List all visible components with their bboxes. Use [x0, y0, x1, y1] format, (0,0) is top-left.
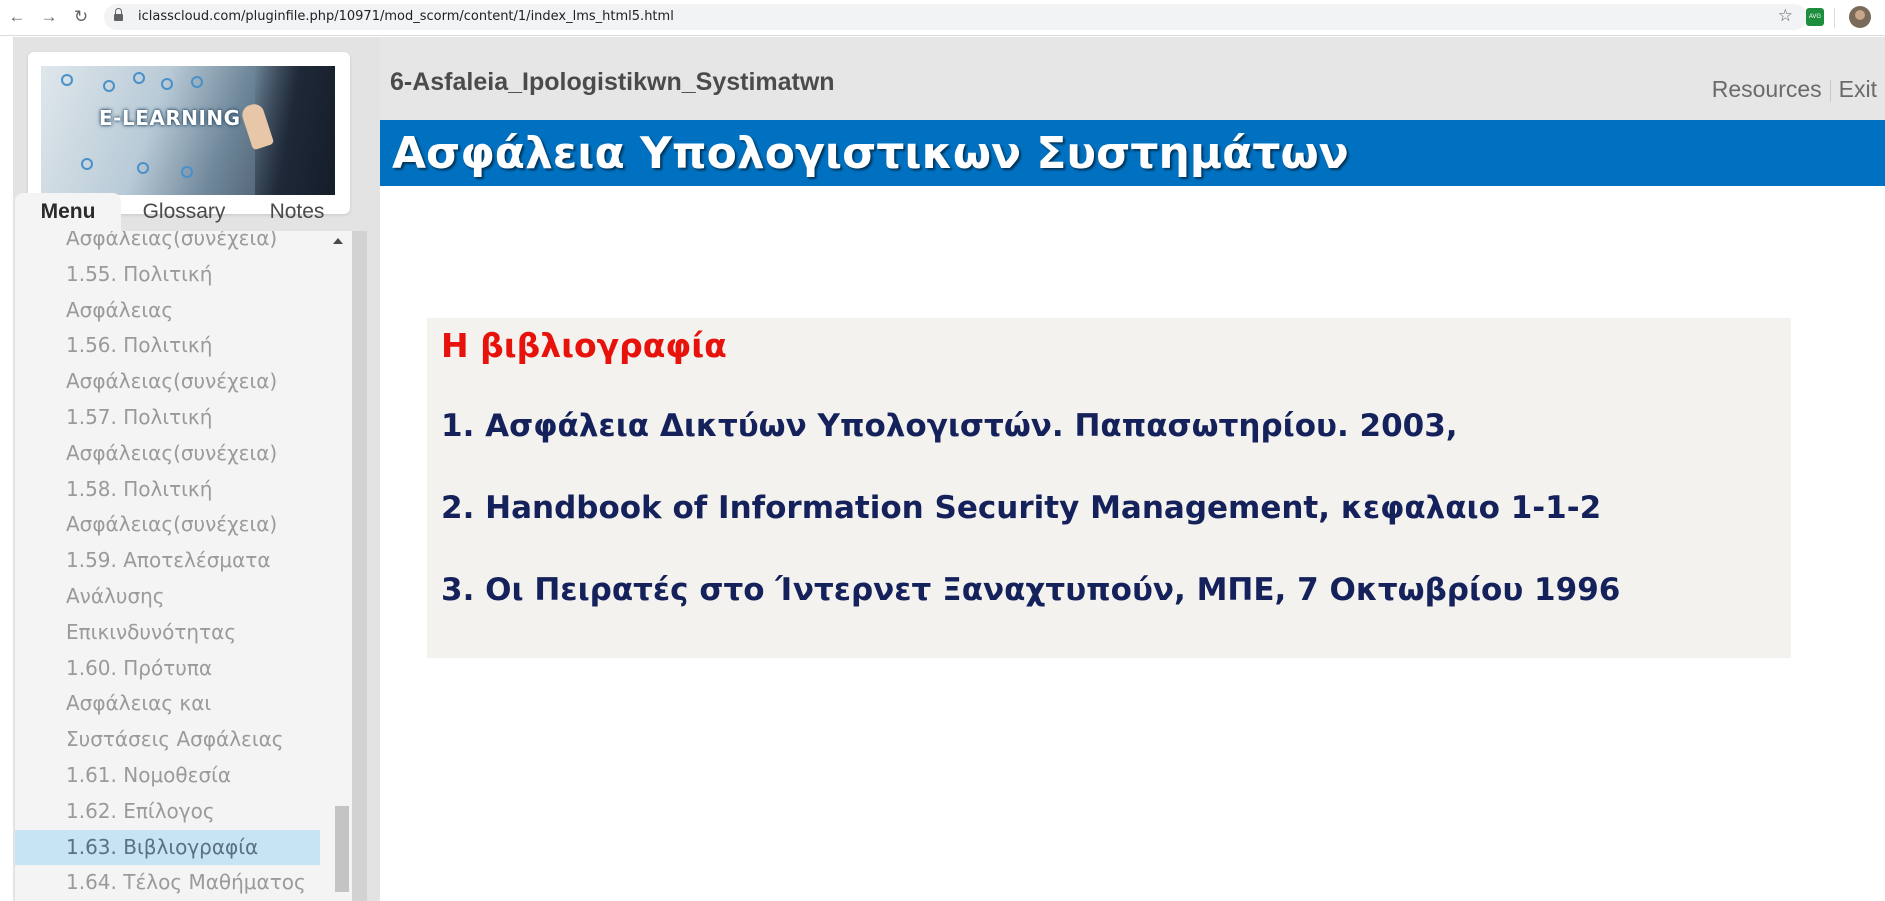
reload-icon[interactable]: ↻	[70, 6, 92, 28]
scroll-up-arrow-icon[interactable]	[333, 238, 343, 244]
menu-item[interactable]: Ανάλυσης	[15, 579, 320, 615]
top-links: Resources Exit	[1704, 76, 1885, 102]
menu-item[interactable]: 1.57. Πολιτική	[15, 400, 320, 436]
search-icon	[61, 74, 73, 86]
menu-item[interactable]: Ασφάλειας(συνέχεια)	[15, 507, 320, 543]
resources-link[interactable]: Resources	[1704, 76, 1830, 103]
menu-item[interactable]: 1.64. Τέλος Μαθήματος	[15, 865, 320, 901]
bibliography-box: Η βιβλιογραφία 1. Ασφάλεια Δικτύων Υπολο…	[427, 318, 1791, 658]
menu-item[interactable]: Συστάσεις Ασφάλειας	[15, 722, 320, 758]
book-icon	[81, 158, 93, 170]
sidebar-tabs: Menu Glossary Notes	[15, 193, 352, 231]
menu-item[interactable]: Ασφάλειας και	[15, 686, 320, 722]
scrollbar-thumb[interactable]	[335, 806, 349, 892]
slide-content: Η βιβλιογραφία 1. Ασφάλεια Δικτύων Υπολο…	[380, 186, 1885, 901]
headset-icon	[103, 80, 115, 92]
sidebar-edge	[352, 231, 367, 901]
menu-item[interactable]: 1.59. Αποτελέσματα	[15, 543, 320, 579]
star-icon[interactable]: ☆	[1778, 6, 1793, 26]
globe-icon	[133, 72, 145, 84]
network-icon	[191, 76, 203, 88]
slide-title: Ασφάλεια Υπολογιστικων Συστημάτων	[392, 128, 1349, 179]
bibliography-heading: Η βιβλιογραφία	[441, 326, 727, 365]
menu-item[interactable]: Ασφάλειας(συνέχεια)	[15, 231, 320, 257]
menu-item[interactable]: 1.56. Πολιτική	[15, 328, 320, 364]
exit-link[interactable]: Exit	[1831, 76, 1885, 103]
pencil-icon	[181, 166, 193, 178]
logo-text: E-LEARNING	[99, 106, 241, 130]
menu-item[interactable]: 1.55. Πολιτική Ασφάλειας	[15, 257, 320, 329]
toolbar-divider	[1834, 8, 1835, 28]
forward-icon[interactable]: →	[38, 6, 60, 28]
tab-menu[interactable]: Menu	[15, 193, 121, 231]
tab-notes[interactable]: Notes	[247, 193, 347, 231]
bibliography-reference: 1. Ασφάλεια Δικτύων Υπολογιστών. Παπασωτ…	[441, 408, 1458, 444]
lock-icon	[114, 8, 123, 22]
bibliography-reference: 3. Οι Πειρατές στο Ίντερνετ Ξαναχτυπούν,…	[441, 572, 1621, 608]
page-margin	[0, 37, 13, 901]
menu-item-active[interactable]: 1.63. Βιβλιογραφία	[15, 829, 320, 866]
url-text[interactable]: iclasscloud.com/pluginfile.php/10971/mod…	[138, 9, 674, 24]
menu-scrollbar[interactable]	[329, 231, 349, 901]
menu-item[interactable]: Ασφάλειας(συνέχεια)	[15, 364, 320, 400]
menu-item[interactable]: 1.61. Νομοθεσία	[15, 758, 320, 794]
back-icon[interactable]: ←	[6, 6, 28, 28]
bibliography-reference: 2. Handbook of Information Security Mana…	[441, 490, 1602, 526]
menu-item[interactable]: Ασφάλειας(συνέχεια)	[15, 436, 320, 472]
menu-item[interactable]: 1.62. Επίλογος	[15, 794, 320, 830]
profile-avatar[interactable]	[1849, 6, 1871, 28]
logo-card: E-LEARNING	[28, 52, 350, 214]
address-bar[interactable]: iclasscloud.com/pluginfile.php/10971/mod…	[104, 4, 1807, 30]
menu-item[interactable]: Επικινδυνότητας	[15, 615, 320, 651]
menu-item[interactable]: 1.58. Πολιτική	[15, 472, 320, 508]
course-title: 6-Asfaleia_Ipologistikwn_Systimatwn	[390, 68, 835, 96]
cloud-icon	[161, 78, 173, 90]
slide-title-banner: Ασφάλεια Υπολογιστικων Συστημάτων	[380, 120, 1885, 186]
mortarboard-icon	[137, 162, 149, 174]
extension-icon[interactable]: AVG	[1806, 8, 1824, 26]
e-learning-logo: E-LEARNING	[41, 66, 335, 195]
browser-toolbar: ← → ↻ iclasscloud.com/pluginfile.php/109…	[0, 0, 1885, 36]
menu-list: Ασφάλειας(συνέχεια) 1.55. Πολιτική Ασφάλ…	[15, 231, 352, 901]
menu-item[interactable]: 1.60. Πρότυπα	[15, 651, 320, 687]
tab-glossary[interactable]: Glossary	[121, 193, 247, 231]
